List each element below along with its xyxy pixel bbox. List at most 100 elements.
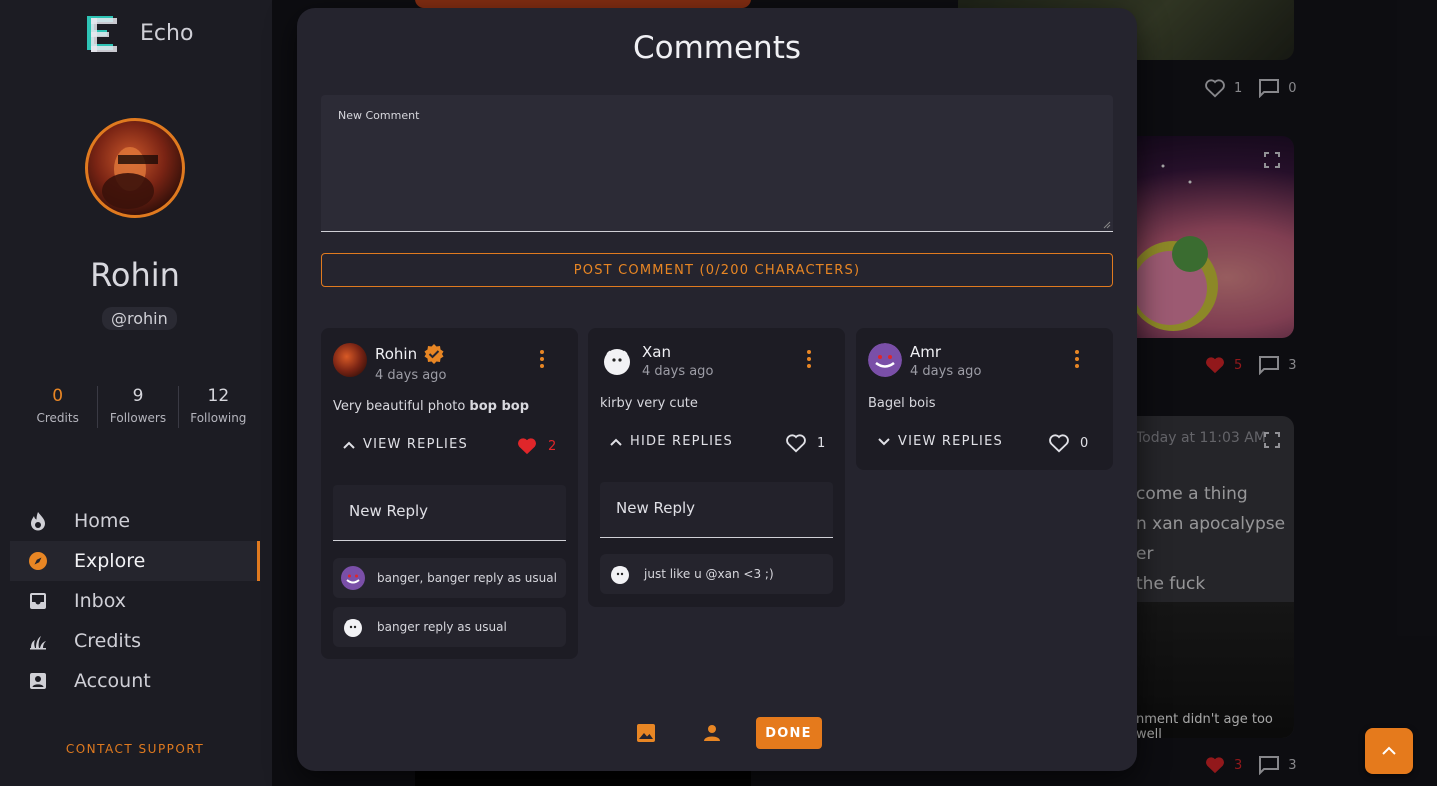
comment-text-bold: bop bop [469,399,530,414]
more-options-icon[interactable] [1069,350,1085,368]
verified-badge-icon [424,344,444,364]
profile-name: Rohin [90,256,180,294]
brand-name: Echo [140,20,194,46]
sidebar-item-label: Credits [74,630,142,652]
comment-card: Amr 4 days ago Bagel bois VIEW REPLIES 0 [856,328,1113,470]
avatar[interactable] [868,343,902,377]
chevron-down-icon [878,437,890,445]
scroll-to-top-button[interactable] [1365,728,1413,774]
like-count: 0 [1080,435,1089,451]
stat-credits[interactable]: 0 Credits [18,386,99,428]
heart-outline-icon [1049,434,1069,453]
contact-support-link[interactable]: CONTACT SUPPORT [0,742,270,756]
person-button[interactable] [696,717,728,749]
like-button[interactable]: 0 [1048,433,1088,453]
replies-toggle-button[interactable]: VIEW REPLIES [878,434,1003,449]
comment-time: 4 days ago [642,364,714,379]
sidebar: Echo Rohin @rohin 0 Credits 9 Followers … [0,0,272,786]
brand[interactable]: Echo [84,12,193,54]
new-reply-field[interactable]: New Reply [600,482,833,538]
profile-stats: 0 Credits 9 Followers 12 Following [18,386,258,428]
ghost-avatar-icon [604,349,630,375]
replies-toggle-button[interactable]: HIDE REPLIES [610,434,733,449]
comment-time: 4 days ago [375,368,447,383]
replies-toggle-label: VIEW REPLIES [898,434,1003,449]
stat-label: Followers [109,411,167,425]
stat-following[interactable]: 12 Following [179,386,258,428]
reply-text: banger, banger reply as usual [377,571,557,585]
author-name: Xan [642,343,671,361]
fire-icon [28,511,48,531]
stat-label: Credits [36,411,79,425]
chevron-up-icon [343,441,355,449]
sidebar-item-label: Inbox [74,590,126,612]
inbox-icon [28,591,48,611]
comment-card: Rohin 4 days ago Very beautiful photo bo… [321,328,578,659]
gengar-avatar-icon [868,343,902,377]
sidebar-item-credits[interactable]: Credits [10,621,260,661]
new-reply-label: New Reply [616,499,696,517]
comment-author[interactable]: Amr [910,343,981,361]
heart-outline-icon [786,434,806,453]
reply-item: banger, banger reply as usual [333,558,566,598]
sidebar-item-label: Explore [74,550,146,572]
comment-text-plain: Very beautiful photo [333,399,470,414]
sidebar-item-home[interactable]: Home [10,501,260,541]
image-button[interactable] [630,717,662,749]
sidebar-item-explore[interactable]: Explore [10,541,260,581]
like-count: 2 [548,438,557,454]
comment-author[interactable]: Xan [642,343,713,361]
avatar[interactable] [600,343,634,377]
new-reply-field[interactable]: New Reply [333,485,566,541]
ghost-avatar-icon [344,619,362,637]
done-button[interactable]: DONE [755,717,822,749]
comment-author[interactable]: Rohin [375,343,446,365]
replies-toggle-label: HIDE REPLIES [630,434,733,449]
sidebar-item-label: Account [74,670,151,692]
sidebar-item-account[interactable]: Account [10,661,260,701]
more-options-icon[interactable] [801,350,817,368]
reply-item: just like u @xan <3 ;) [600,554,833,594]
sidebar-item-label: Home [74,510,131,532]
image-icon [636,724,655,742]
resize-grip-icon[interactable] [1103,221,1111,229]
comment-text: Bagel bois [868,396,936,411]
echo-logo-icon [87,16,117,52]
account-box-icon [28,671,48,691]
post-comment-button[interactable]: POST COMMENT (0/200 CHARACTERS) [321,253,1113,287]
sidebar-nav: Home Explore Inbox Credits Account [10,501,260,701]
avatar[interactable] [333,343,367,377]
like-count: 1 [817,435,826,451]
heart-filled-icon [518,438,536,455]
comment-card: Xan 4 days ago kirby very cute HIDE REPL… [588,328,845,607]
new-comment-field[interactable]: New Comment [321,95,1113,232]
new-comment-label: New Comment [338,109,420,122]
sidebar-item-inbox[interactable]: Inbox [10,581,260,621]
reply-text: banger reply as usual [377,620,507,634]
avatar[interactable] [608,562,632,586]
comment-header: Amr 4 days ago [868,343,981,379]
comments-modal: Comments New Comment POST COMMENT (0/200… [297,8,1137,771]
avatar[interactable] [341,566,365,590]
avatar[interactable] [341,615,365,639]
gengar-avatar-icon [342,567,364,589]
comment-text: Very beautiful photo bop bop [333,399,529,414]
comment-time: 4 days ago [910,364,982,379]
modal-footer: DONE [297,717,1137,749]
profile-avatar[interactable] [85,118,185,218]
like-button[interactable]: 2 [516,436,556,456]
like-button[interactable]: 1 [785,433,825,453]
stat-value: 9 [132,386,144,406]
replies-toggle-label: VIEW REPLIES [363,437,468,452]
author-name: Amr [910,343,942,361]
chevron-up-icon [1382,746,1396,755]
stat-label: Following [190,411,247,425]
comment-text: kirby very cute [600,396,698,411]
modal-title: Comments [632,30,802,66]
more-options-icon[interactable] [534,350,550,368]
stat-value: 12 [207,386,230,406]
grass-icon [28,631,48,651]
replies-toggle-button[interactable]: VIEW REPLIES [343,437,468,452]
compass-icon [28,551,48,571]
stat-followers[interactable]: 9 Followers [98,386,179,428]
